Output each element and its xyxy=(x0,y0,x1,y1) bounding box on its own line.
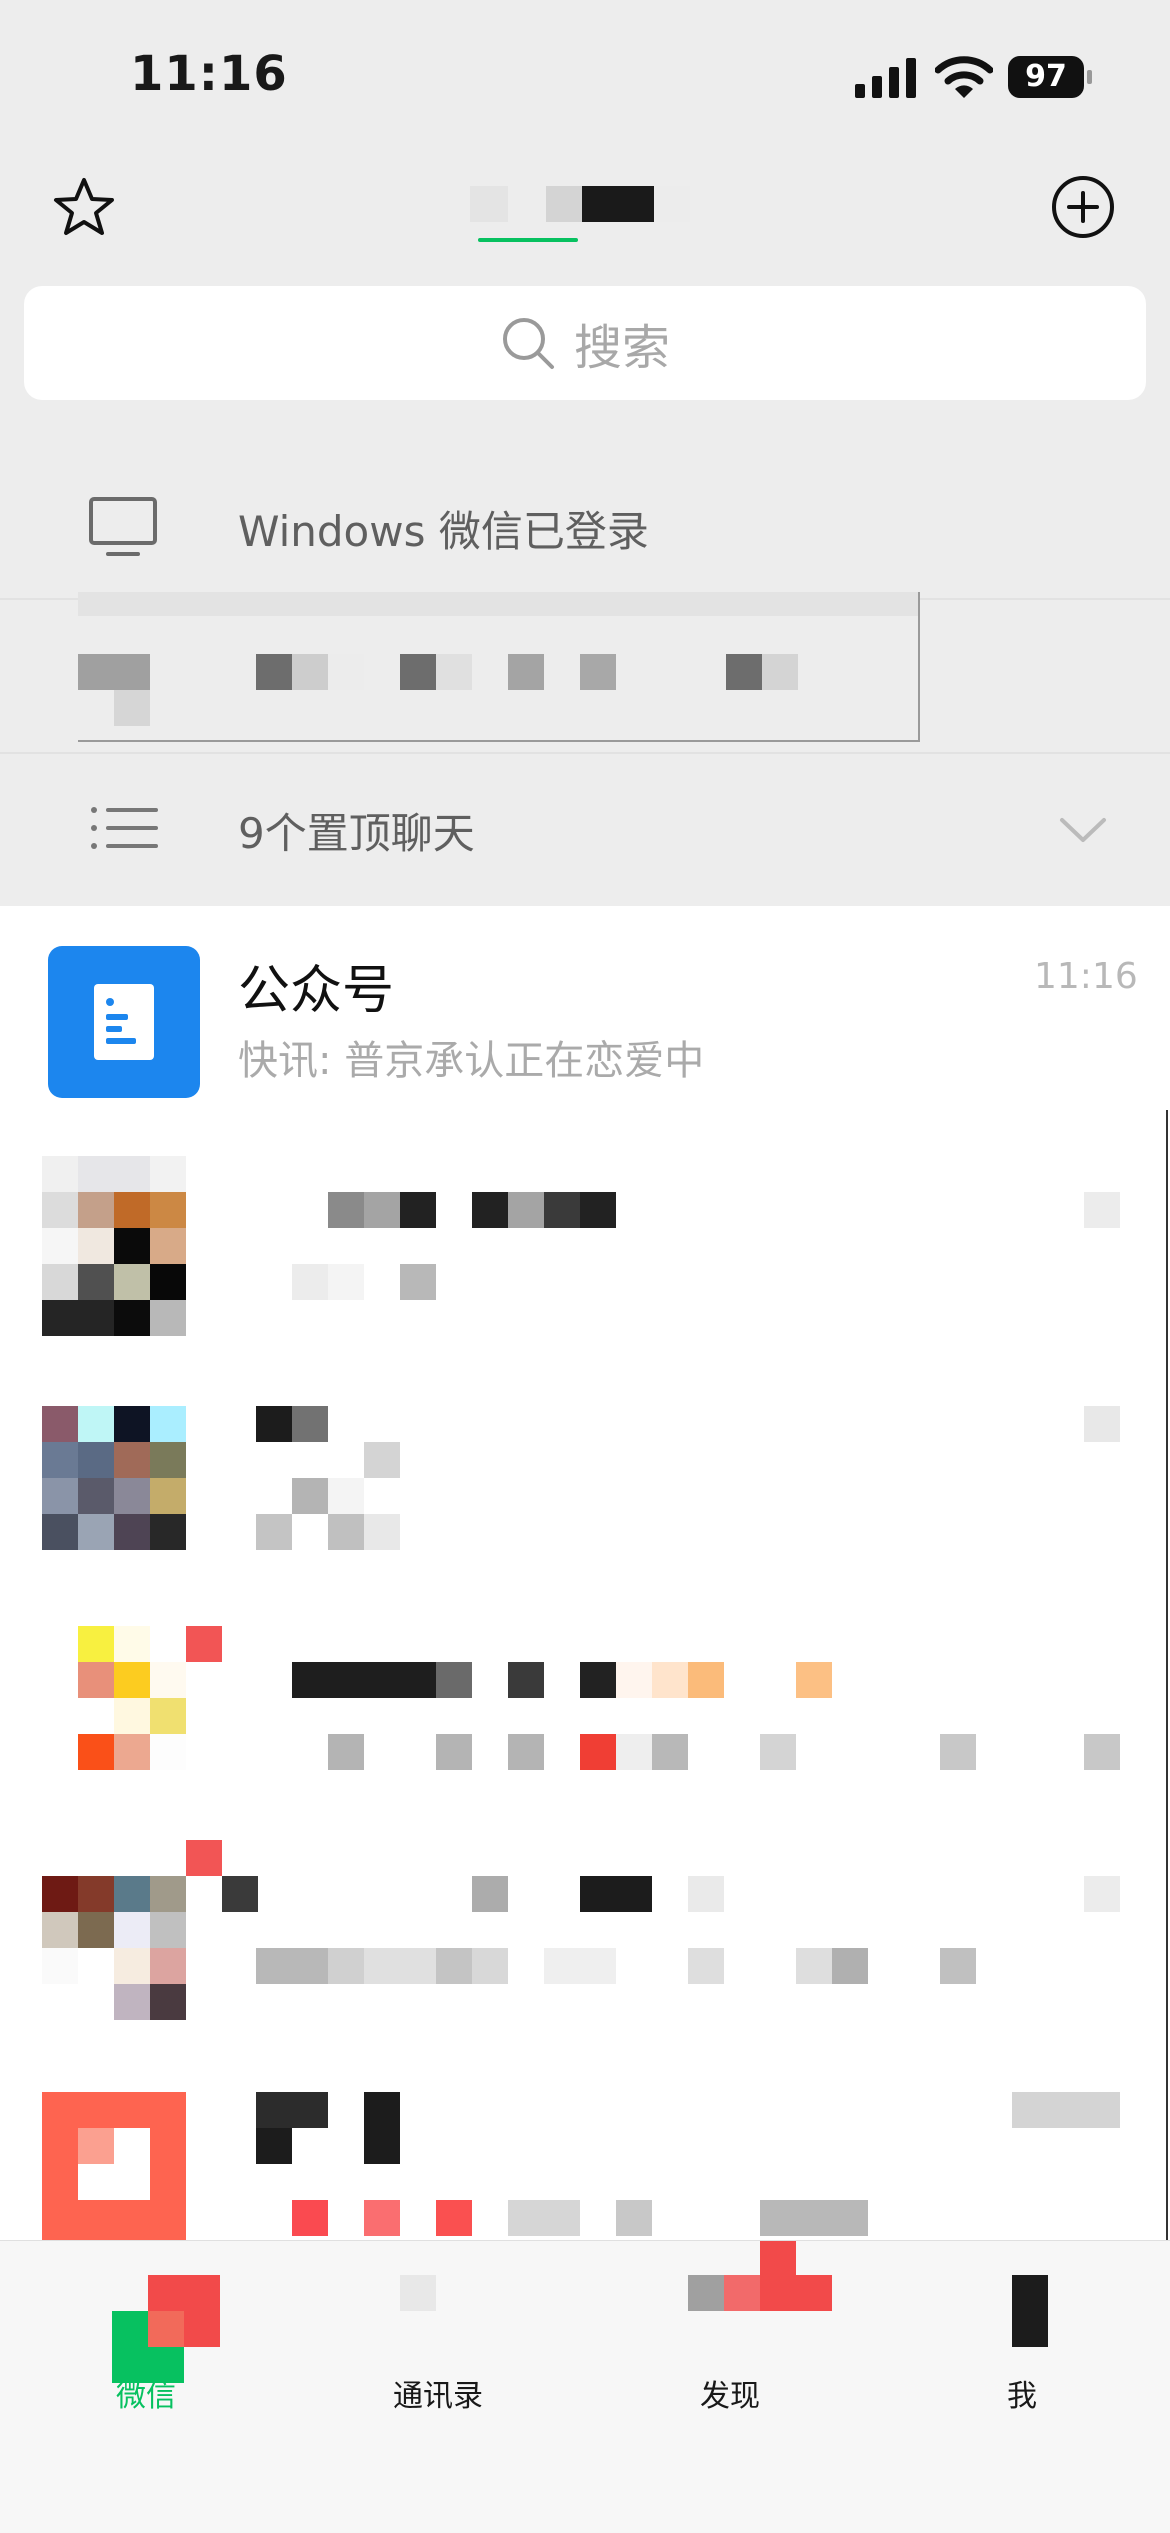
tab-label: 通讯录 xyxy=(393,2379,483,2414)
nav-title-blurred xyxy=(470,178,694,246)
tab-contacts[interactable]: 通讯录 xyxy=(292,2241,584,2461)
chat-preview: 快讯: 普京承认正在恋爱中 xyxy=(238,1038,705,1084)
chat-list: 公众号 快讯: 普京承认正在恋爱中 11:16 xyxy=(0,906,1170,2240)
status-time: 11:16 xyxy=(130,46,288,102)
monitor-icon xyxy=(89,497,157,556)
scrollbar[interactable] xyxy=(1166,1110,1168,2240)
chevron-down-icon[interactable] xyxy=(1058,814,1108,844)
nav-title-underline xyxy=(478,238,578,242)
chat-row-official-accounts[interactable]: 公众号 快讯: 普京承认正在恋爱中 11:16 xyxy=(0,906,1170,1112)
tab-me[interactable]: 我 xyxy=(876,2241,1168,2461)
tab-label: 我 xyxy=(1007,2379,1037,2414)
document-icon xyxy=(94,984,154,1060)
tab-label: 发现 xyxy=(700,2379,760,2414)
tab-discover[interactable]: 发现 xyxy=(584,2241,876,2461)
discover-tab-icon-blurred xyxy=(688,2241,832,2313)
windows-login-text: Windows 微信已登录 xyxy=(238,507,649,556)
official-accounts-avatar xyxy=(48,946,200,1098)
chats-tab-icon-blurred xyxy=(112,2275,220,2383)
avatar-blurred xyxy=(42,1406,186,1550)
chat-row-blurred[interactable] xyxy=(0,1156,1170,1386)
wifi-icon xyxy=(935,56,993,98)
chat-row-blurred[interactable] xyxy=(0,1840,1170,2070)
chat-row-blurred[interactable] xyxy=(0,1626,1170,1846)
search-bar[interactable]: 搜索 xyxy=(24,286,1146,400)
avatar-blurred xyxy=(42,1840,258,2020)
tab-bar: 微信 通讯录 发现 我 xyxy=(0,2240,1170,2533)
chat-row-blurred[interactable] xyxy=(0,2092,1170,2240)
avatar-blurred xyxy=(42,1626,222,1806)
add-circle-icon[interactable] xyxy=(1050,174,1116,240)
chat-row-blurred[interactable] xyxy=(0,1406,1170,1626)
cellular-signal-icon xyxy=(855,58,916,98)
tab-label: 微信 xyxy=(116,2379,176,2414)
avatar-blurred xyxy=(42,2092,186,2240)
contacts-tab-icon-blurred xyxy=(400,2275,436,2311)
battery-level: 97 xyxy=(1025,59,1067,94)
me-tab-icon-blurred xyxy=(1012,2275,1048,2347)
star-icon[interactable] xyxy=(52,176,116,240)
avatar-blurred xyxy=(42,1156,186,1336)
pinned-chats-label: 9个置顶聊天 xyxy=(238,809,475,858)
chat-name: 公众号 xyxy=(238,961,395,1021)
pinned-chats-row[interactable]: 9个置顶聊天 xyxy=(0,752,1170,904)
blurred-notice-row[interactable] xyxy=(78,592,920,742)
battery-indicator: 97 xyxy=(1008,56,1092,98)
search-icon xyxy=(502,318,554,369)
search-placeholder: 搜索 xyxy=(573,320,670,376)
list-icon xyxy=(91,807,158,849)
chat-time: 11:16 xyxy=(1034,956,1138,997)
windows-login-row[interactable]: Windows 微信已登录 xyxy=(0,462,1170,600)
tab-chats[interactable]: 微信 xyxy=(0,2241,292,2461)
